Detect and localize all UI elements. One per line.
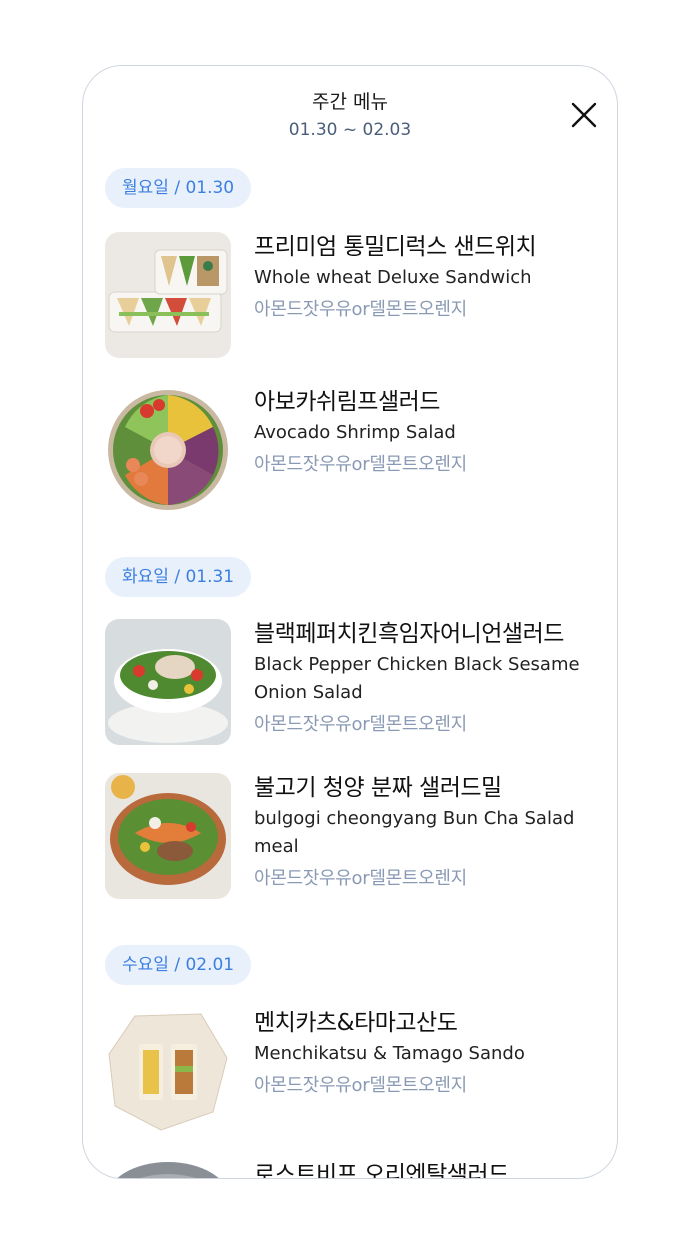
menu-name-ko: 멘치카츠&타마고산도 bbox=[254, 1010, 458, 1036]
menu-item-text: 블랙페퍼치킨흑임자어니언샐러드 Black Pepper Chicken Bla… bbox=[254, 619, 597, 739]
menu-item-text: 로스트비프 오리엔탈샐러드 bbox=[254, 1160, 597, 1179]
date-range: 01.30 ~ 02.03 bbox=[288, 120, 412, 140]
close-icon bbox=[571, 102, 597, 128]
menu-item[interactable]: 아보카쉬림프샐러드 Avocado Shrimp Salad 아몬드잣우유or델… bbox=[105, 387, 597, 517]
menu-item[interactable]: 멘치카츠&타마고산도 Menchikatsu & Tamago Sando 아몬… bbox=[105, 1008, 597, 1138]
menu-name-en: bulgogi cheongyang Bun Cha Salad meal bbox=[254, 808, 575, 857]
menu-item[interactable]: 블랙페퍼치킨흑임자어니언샐러드 Black Pepper Chicken Bla… bbox=[105, 619, 597, 749]
menu-name-ko: 블랙페퍼치킨흑임자어니언샐러드 bbox=[254, 621, 564, 647]
menu-name-ko: 프리미엄 통밀디럭스 샌드위치 bbox=[254, 234, 537, 260]
menu-name-ko: 불고기 청양 분짜 샐러드밀 bbox=[254, 775, 502, 801]
drink-option: 아몬드잣우유or델몬트오렌지 bbox=[254, 868, 467, 889]
day-badge: 월요일 / 01.30 bbox=[105, 168, 252, 208]
sando-image bbox=[105, 1008, 231, 1134]
day-badge: 화요일 / 01.31 bbox=[105, 557, 252, 597]
menu-item[interactable]: 프리미엄 통밀디럭스 샌드위치 Whole wheat Deluxe Sandw… bbox=[105, 232, 597, 362]
menu-name-ko: 아보카쉬림프샐러드 bbox=[254, 389, 440, 415]
menu-name-ko: 로스트비프 오리엔탈샐러드 bbox=[254, 1162, 509, 1179]
salad-bowl-image bbox=[105, 619, 231, 745]
menu-item-text: 멘치카츠&타마고산도 Menchikatsu & Tamago Sando 아몬… bbox=[254, 1008, 597, 1100]
roast-beef-salad-image bbox=[105, 1160, 231, 1178]
day-section-wednesday: 수요일 / 02.01 멘치카츠&타마고산도 Menchikatsu & Tam… bbox=[105, 945, 597, 1178]
menu-item[interactable]: 불고기 청양 분짜 샐러드밀 bulgogi cheongyang Bun Ch… bbox=[105, 773, 597, 903]
menu-name-en: Avocado Shrimp Salad bbox=[254, 422, 456, 443]
menu-name-en: Menchikatsu & Tamago Sando bbox=[254, 1043, 525, 1064]
day-section-monday: 월요일 / 01.30 프리미엄 통밀디럭스 샌드위치 Whole wheat … bbox=[105, 168, 597, 513]
sandwich-image bbox=[105, 232, 231, 358]
menu-item-text: 불고기 청양 분짜 샐러드밀 bulgogi cheongyang Bun Ch… bbox=[254, 773, 597, 893]
drink-option: 아몬드잣우유or델몬트오렌지 bbox=[254, 1075, 467, 1096]
drink-option: 아몬드잣우유or델몬트오렌지 bbox=[254, 454, 467, 475]
salad-image bbox=[105, 387, 231, 513]
menu-item[interactable]: 로스트비프 오리엔탈샐러드 bbox=[105, 1160, 597, 1179]
weekly-menu-modal: 주간 메뉴 01.30 ~ 02.03 월요일 / 01.30 프리미엄 통밀디… bbox=[82, 65, 618, 1179]
day-section-tuesday: 화요일 / 01.31 블랙페퍼치킨흑임자어니언샐러드 Black Pepper bbox=[105, 557, 597, 899]
close-button[interactable] bbox=[569, 100, 599, 130]
menu-name-en: Black Pepper Chicken Black Sesame Onion … bbox=[254, 654, 580, 703]
menu-name-en: Whole wheat Deluxe Sandwich bbox=[254, 267, 532, 288]
menu-item-text: 프리미엄 통밀디럭스 샌드위치 Whole wheat Deluxe Sandw… bbox=[254, 232, 597, 324]
drink-option: 아몬드잣우유or델몬트오렌지 bbox=[254, 714, 467, 735]
day-badge: 수요일 / 02.01 bbox=[105, 945, 252, 985]
modal-header: 주간 메뉴 01.30 ~ 02.03 bbox=[83, 66, 617, 156]
menu-item-text: 아보카쉬림프샐러드 Avocado Shrimp Salad 아몬드잣우유or델… bbox=[254, 387, 597, 479]
drink-option: 아몬드잣우유or델몬트오렌지 bbox=[254, 299, 467, 320]
modal-title: 주간 메뉴 bbox=[312, 91, 388, 113]
bun-cha-salad-image bbox=[105, 773, 231, 899]
